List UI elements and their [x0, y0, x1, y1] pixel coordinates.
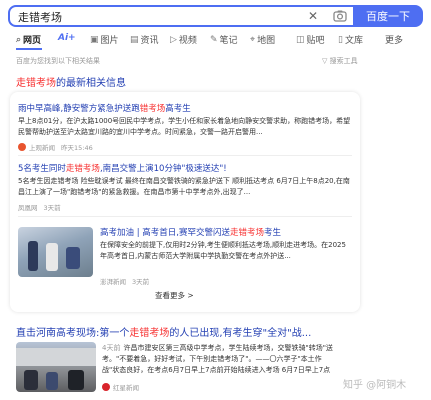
- thumbnail-figure: [66, 247, 80, 269]
- note-icon: ✎: [210, 34, 218, 45]
- search-button[interactable]: 百度一下: [353, 5, 423, 27]
- filter-icon: ▽: [322, 57, 328, 65]
- title-text: ,南昌交警上演10分钟"极速送达"!: [99, 164, 227, 174]
- news-item-meta: 澎湃新闻 3天前: [100, 276, 149, 286]
- tab-news[interactable]: ▤ 资讯: [130, 33, 159, 47]
- search-bar: 走错考场 ✕ 百度一下: [8, 5, 423, 27]
- news-item-snippet: 早上8点01分，在沪太路1000号回民中学考点，学生小任和家长着急地向静安交警求…: [18, 117, 351, 136]
- tab-notes[interactable]: ✎ 笔记: [210, 33, 238, 47]
- watermark: 知乎 @阿铜木: [343, 380, 407, 391]
- news-icon: ▤: [130, 34, 139, 45]
- heading-suffix: 的最新相关信息: [56, 78, 126, 89]
- news-thumbnail-image[interactable]: [18, 227, 93, 277]
- title-text: 雨中早高峰,静安警方紧急护送跑: [18, 104, 140, 114]
- video-icon: ▷: [170, 34, 177, 45]
- tab-video[interactable]: ▷ 视频: [170, 33, 197, 47]
- result-meta: 红星新闻: [102, 382, 139, 392]
- tab-label: Ai+: [58, 33, 76, 43]
- tab-label: 贴吧: [306, 36, 325, 46]
- latest-info-heading[interactable]: 走错考场的最新相关信息: [16, 74, 126, 89]
- tab-more[interactable]: 更多: [385, 33, 403, 46]
- heading-keyword: 走错考场: [16, 78, 56, 89]
- tab-label: 图片: [100, 36, 119, 46]
- search-icon: ⌕: [16, 34, 22, 45]
- search-tools-button[interactable]: ▽ 搜索工具: [322, 56, 358, 66]
- search-input[interactable]: 走错考场: [18, 9, 62, 25]
- tab-wenku[interactable]: ▯ 文库: [338, 33, 363, 47]
- title-keyword: 错考场: [139, 104, 166, 114]
- source-logo-icon: [102, 383, 110, 391]
- result-thumbnail-image[interactable]: [16, 342, 96, 392]
- news-time: 昨天15:46: [61, 144, 93, 152]
- news-item-title[interactable]: 雨中早高峰,静安警方紧急护送跑错考场高考生: [18, 102, 191, 114]
- thumbnail-figure: [28, 241, 38, 271]
- title-text: 高考加油 | 高考首日,赛罕交警闪送: [100, 228, 230, 238]
- view-more-button[interactable]: 查看更多 >: [155, 290, 194, 301]
- thumbnail-figure: [46, 243, 58, 271]
- search-tabs: ⌕ 网页 Ai+ ▣ 图片 ▤ 资讯 ▷ 视频 ✎ 笔记 ⌖ 地图 ◫ 贴吧 ▯…: [0, 30, 431, 50]
- title-text: 高考生: [165, 104, 191, 114]
- active-tab-indicator: [16, 48, 42, 50]
- tab-web[interactable]: ⌕ 网页: [16, 33, 42, 47]
- news-time: 3天前: [43, 204, 61, 212]
- result-source: 红星新闻: [113, 384, 139, 392]
- tab-label: 视频: [178, 36, 197, 46]
- news-item-title[interactable]: 高考加油 | 高考首日,赛罕交警闪送走错考场考生: [100, 226, 281, 238]
- tab-ai[interactable]: Ai+: [58, 33, 76, 43]
- map-icon: ⌖: [250, 34, 256, 45]
- news-source: 凤凰网: [18, 204, 38, 212]
- tab-label: 文库: [344, 36, 363, 46]
- divider: [18, 155, 352, 156]
- image-icon: ▣: [90, 34, 99, 45]
- tab-label: 笔记: [219, 36, 238, 46]
- news-item-meta: 上观新闻 昨天15:46: [18, 142, 93, 152]
- thumbnail-figure: [24, 370, 38, 390]
- result-snippet: 4天前 许昌市建安区第三高级中学考点，学生陆续考场，交警铁骑"转场"送考。"不要着…: [102, 343, 338, 376]
- source-logo-icon: [18, 143, 26, 151]
- news-item-meta: 凤凰网 3天前: [18, 202, 61, 212]
- title-keyword: 走错考场: [229, 228, 264, 238]
- tab-label: 资讯: [140, 36, 159, 46]
- news-source: 上观新闻: [29, 144, 55, 152]
- tab-label: 网页: [23, 36, 42, 46]
- title-keyword: 走错考场: [129, 328, 170, 339]
- result-count-hint: 百度为您找到以下相关结果: [16, 57, 100, 65]
- result-text: 许昌市建安区第三高级中学考点，学生陆续考场，交警铁骑"转场"送考。"不要着急，好…: [102, 344, 333, 374]
- thumbnail-figure: [68, 370, 84, 390]
- tab-map[interactable]: ⌖ 地图: [250, 33, 276, 47]
- result-date: 4天前: [102, 344, 121, 352]
- camera-icon[interactable]: [332, 8, 348, 24]
- title-text: 考生: [264, 228, 282, 238]
- result-title-link[interactable]: 直击河南高考现场:第一个走错考场的人已出现,有考生穿"全对"战...: [16, 324, 311, 339]
- news-card: 雨中早高峰,静安警方紧急护送跑错考场高考生 早上8点01分，在沪太路1000号回…: [10, 92, 360, 312]
- close-icon[interactable]: ✕: [308, 9, 318, 23]
- news-item-title[interactable]: 5名考生同时走错考场,南昌交警上演10分钟"极速送达"!: [18, 162, 227, 174]
- news-item-snippet: 在保障安全的前提下,仅用时2分钟,考生便顺利抵达考场,顺利走进考场。在2025年…: [100, 241, 346, 260]
- title-text: 的人已出现,有考生穿"全对"战...: [169, 328, 312, 339]
- tab-tieba[interactable]: ◫ 贴吧: [296, 33, 325, 47]
- tieba-icon: ◫: [296, 34, 305, 45]
- news-time: 3天前: [132, 278, 150, 286]
- title-text: 5名考生同时: [18, 164, 66, 174]
- tab-label: 更多: [385, 36, 404, 46]
- news-item-snippet: 5名考生因走错考场 险些耽误考试 最终在南昌交警铁骑的紧急护送下 顺利抵达考点 …: [18, 177, 350, 196]
- thumbnail-figure: [46, 372, 58, 390]
- title-text: 直击河南高考现场:第一个: [16, 328, 130, 339]
- tab-label: 地图: [257, 36, 276, 46]
- search-input-box[interactable]: 走错考场 ✕: [8, 5, 353, 27]
- search-tools-label: 搜索工具: [329, 57, 358, 65]
- title-keyword: 走错考场: [65, 164, 100, 174]
- tab-images[interactable]: ▣ 图片: [90, 33, 119, 47]
- news-source: 澎湃新闻: [100, 278, 126, 286]
- divider: [18, 216, 352, 217]
- thumbnail-building: [16, 348, 96, 366]
- doc-icon: ▯: [338, 34, 343, 45]
